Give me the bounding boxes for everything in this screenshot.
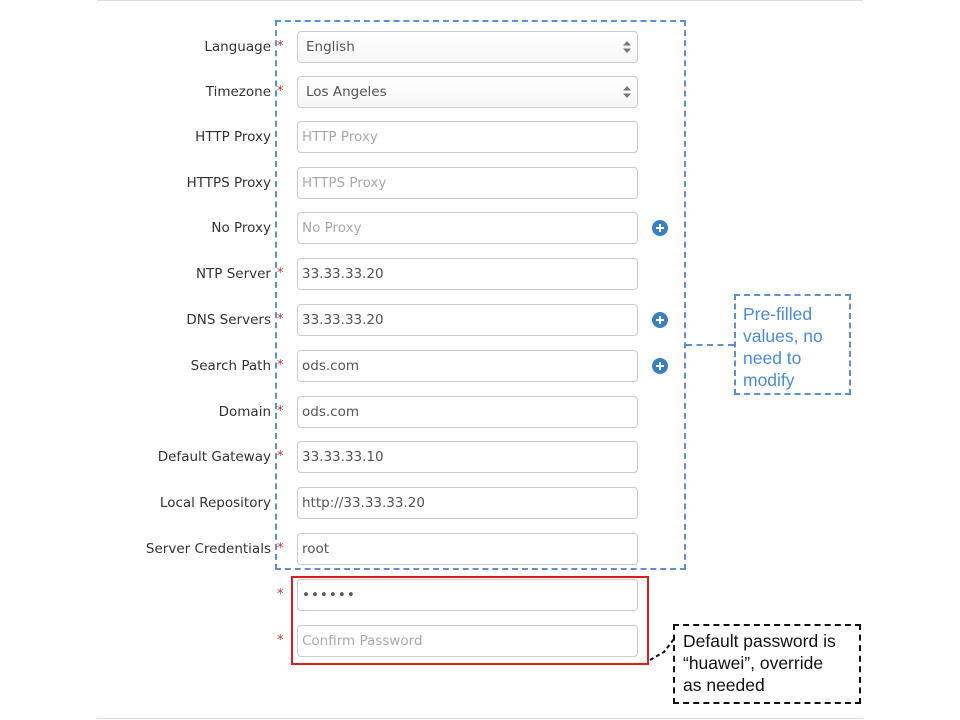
prefilled-note-line: need to: [743, 348, 802, 368]
default-gateway-label: Default Gateway: [157, 449, 271, 465]
language-label: Language: [204, 39, 271, 55]
prefilled-note-line: Pre-filled: [743, 304, 813, 324]
http-proxy-label: HTTP Proxy: [195, 129, 271, 145]
prefilled-connector-line: [686, 344, 734, 346]
search-path-label: Search Path: [190, 358, 271, 374]
https-proxy-label: HTTPS Proxy: [186, 175, 271, 191]
top-divider: [97, 0, 863, 1]
required-marker: *: [277, 587, 284, 602]
required-marker: *: [277, 633, 284, 648]
password-note-line: “huawei”, override: [683, 653, 824, 673]
server-credentials-label: Server Credentials: [145, 541, 271, 557]
domain-label: Domain: [218, 404, 271, 420]
no-proxy-label: No Proxy: [211, 220, 271, 236]
prefilled-note: Pre-filled values, no need to modify: [734, 294, 851, 395]
password-note-line: as needed: [683, 675, 765, 695]
bottom-divider: [97, 718, 863, 719]
password-note-line: Default password is: [683, 631, 836, 651]
password-highlight-box: [291, 576, 649, 665]
dns-servers-label: DNS Servers: [186, 312, 271, 328]
local-repository-label: Local Repository: [159, 495, 271, 511]
prefilled-highlight-box: [275, 20, 686, 570]
prefilled-note-line: modify: [743, 370, 795, 390]
prefilled-note-line: values, no: [743, 326, 823, 346]
timezone-label: Timezone: [205, 84, 271, 100]
password-note: Default password is “huawei”, override a…: [673, 624, 861, 704]
ntp-server-label: NTP Server: [195, 266, 271, 282]
